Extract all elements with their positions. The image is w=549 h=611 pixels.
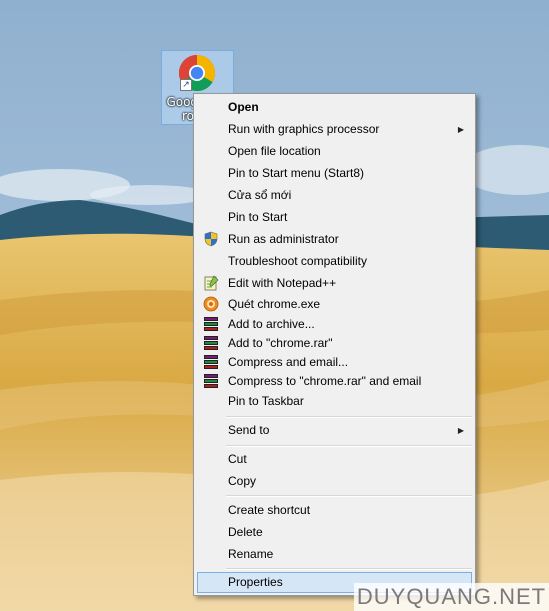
menu-item-run-as-administrator[interactable]: Run as administrator: [197, 229, 472, 250]
menu-item-send-to[interactable]: Send to ▶: [197, 420, 472, 441]
winrar-icon: [204, 374, 218, 389]
menu-item-label: Copy: [228, 474, 257, 488]
menu-separator: [226, 445, 472, 447]
context-menu: Open Run with graphics processor ▶ Open …: [193, 93, 476, 596]
menu-item-label: Add to "chrome.rar": [228, 336, 333, 350]
menu-item-label: Quét chrome.exe: [228, 297, 321, 311]
menu-item-scan-chrome-exe[interactable]: Quét chrome.exe: [197, 294, 472, 315]
menu-item-label: Pin to Taskbar: [228, 394, 304, 408]
menu-item-label: Rename: [228, 547, 274, 561]
menu-item-label: Edit with Notepad++: [228, 276, 337, 290]
menu-item-new-window[interactable]: Cửa sổ mới: [197, 185, 472, 206]
menu-item-label: Run as administrator: [228, 232, 339, 246]
winrar-icon: [204, 317, 218, 332]
menu-item-compress-to-chrome-rar-and-email[interactable]: Compress to "chrome.rar" and email: [197, 371, 472, 392]
menu-item-delete[interactable]: Delete: [197, 522, 472, 543]
menu-item-label: Open file location: [228, 144, 321, 158]
menu-item-label: Add to archive...: [228, 317, 315, 331]
menu-item-add-to-chrome-rar[interactable]: Add to "chrome.rar": [197, 333, 472, 354]
menu-item-label: Cửa sổ mới: [228, 188, 292, 202]
menu-item-label: Run with graphics processor: [228, 122, 380, 136]
menu-item-label: Cut: [228, 452, 247, 466]
watermark: DUYQUANG.NET: [354, 583, 549, 611]
menu-item-label: Create shortcut: [228, 503, 311, 517]
menu-separator: [226, 495, 472, 497]
menu-item-label: Pin to Start: [228, 210, 288, 224]
menu-item-label: Delete: [228, 525, 263, 539]
uac-shield-icon: [204, 231, 218, 247]
menu-separator: [226, 568, 472, 570]
menu-item-open-file-location[interactable]: Open file location: [197, 141, 472, 162]
menu-item-label: Pin to Start menu (Start8): [228, 166, 365, 180]
menu-item-compress-and-email[interactable]: Compress and email...: [197, 352, 472, 373]
menu-item-label: Compress and email...: [228, 355, 349, 369]
menu-item-add-to-archive[interactable]: Add to archive...: [197, 314, 472, 335]
menu-item-pin-to-taskbar[interactable]: Pin to Taskbar: [197, 391, 472, 412]
winrar-icon: [204, 336, 218, 351]
winrar-icon: [204, 355, 218, 370]
menu-item-pin-to-start[interactable]: Pin to Start: [197, 207, 472, 228]
menu-item-cut[interactable]: Cut: [197, 449, 472, 470]
menu-item-label: Compress to "chrome.rar" and email: [228, 374, 422, 388]
antivirus-scan-icon: [203, 296, 219, 312]
menu-item-label: Properties: [228, 575, 283, 589]
menu-item-label: Send to: [228, 423, 270, 437]
menu-item-rename[interactable]: Rename: [197, 544, 472, 565]
menu-item-label: Troubleshoot compatibility: [228, 254, 367, 268]
menu-item-edit-with-notepad-plus-plus[interactable]: Edit with Notepad++: [197, 273, 472, 294]
submenu-arrow-icon: ▶: [457, 426, 464, 435]
menu-item-run-with-graphics-processor[interactable]: Run with graphics processor ▶: [197, 119, 472, 140]
menu-separator: [226, 416, 472, 418]
submenu-arrow-icon: ▶: [457, 125, 464, 134]
menu-item-copy[interactable]: Copy: [197, 471, 472, 492]
menu-item-pin-to-start-menu-start8[interactable]: Pin to Start menu (Start8): [197, 163, 472, 184]
notepad-plus-plus-icon: [204, 275, 219, 291]
menu-item-label: Open: [228, 100, 259, 114]
menu-item-create-shortcut[interactable]: Create shortcut: [197, 500, 472, 521]
shortcut-arrow-icon: ↗: [180, 79, 192, 91]
menu-item-troubleshoot-compatibility[interactable]: Troubleshoot compatibility: [197, 251, 472, 272]
menu-item-open[interactable]: Open: [197, 97, 472, 118]
